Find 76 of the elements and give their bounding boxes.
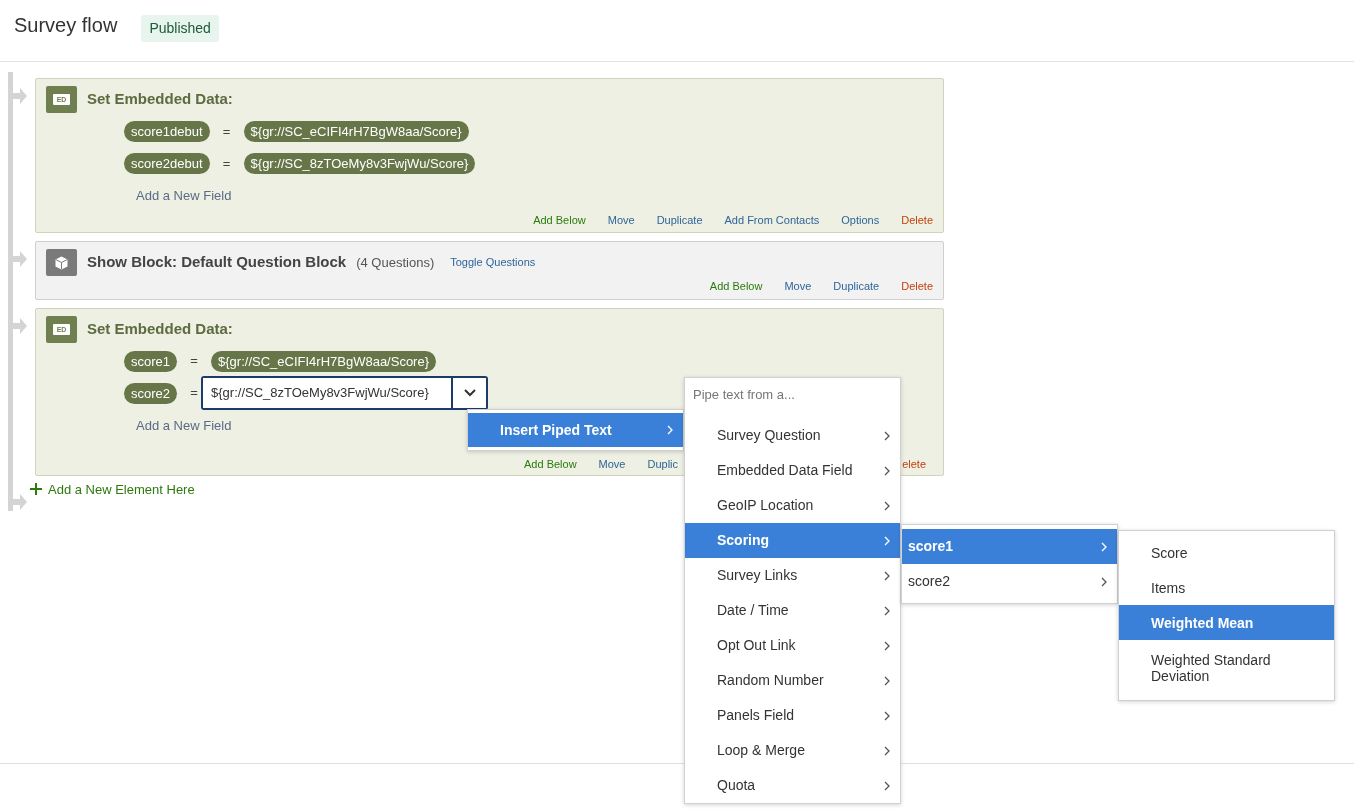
chevron-right-icon bbox=[884, 780, 890, 791]
field-name-tag[interactable]: score1 bbox=[124, 350, 178, 372]
menu-item[interactable]: Survey Links bbox=[685, 558, 900, 593]
chevron-right-icon bbox=[667, 425, 673, 435]
field-name-tag[interactable]: score1debut bbox=[124, 121, 210, 142]
action-link[interactable]: Delete bbox=[901, 278, 933, 295]
field-value-tag[interactable]: ${gr://SC_eCIFI4rH7BgW8aa/Score} bbox=[211, 350, 437, 372]
equals-sign: = bbox=[221, 122, 232, 141]
chevron-right-icon bbox=[884, 465, 890, 476]
flow-arrow-icon bbox=[13, 87, 27, 105]
add-field-link[interactable]: Add a New Field bbox=[136, 415, 232, 435]
field-name-tag[interactable]: score2debut bbox=[124, 153, 210, 174]
menu-item[interactable]: Random Number bbox=[685, 663, 900, 698]
equals-sign: = bbox=[221, 154, 232, 173]
menu-item[interactable]: Weighted Mean bbox=[1119, 605, 1334, 640]
action-link[interactable]: Duplicate bbox=[656, 211, 703, 228]
chevron-right-icon bbox=[1101, 541, 1107, 552]
chevron-right-icon bbox=[884, 675, 890, 686]
action-link[interactable]: Options bbox=[841, 211, 880, 228]
menu-item[interactable]: Survey Question bbox=[685, 418, 900, 453]
chevron-right-icon bbox=[884, 500, 890, 511]
menu-item[interactable]: Items bbox=[1119, 570, 1334, 605]
element-title: Set Embedded Data: bbox=[87, 89, 233, 110]
action-link[interactable]: Add Below bbox=[533, 211, 586, 228]
flow-arrow-icon bbox=[13, 316, 27, 335]
question-count: (4 Questions) bbox=[356, 253, 435, 272]
page-title: Survey flow bbox=[14, 13, 118, 38]
menu-item[interactable]: Quota bbox=[685, 768, 900, 803]
equals-sign: = bbox=[189, 352, 199, 371]
menu-item[interactable]: Embedded Data Field bbox=[685, 453, 900, 488]
chevron-right-icon bbox=[884, 710, 890, 721]
action-link[interactable]: Add Below bbox=[709, 278, 763, 295]
chevron-down-icon bbox=[463, 389, 476, 397]
chevron-right-icon bbox=[884, 640, 890, 651]
action-link[interactable]: Add Below bbox=[524, 456, 577, 473]
action-link[interactable]: Add From Contacts bbox=[724, 211, 820, 228]
value-input[interactable]: ${gr://SC_8zTOeMy8v3FwjWu/Score} bbox=[201, 376, 489, 410]
menu-item[interactable]: Scoring bbox=[685, 523, 900, 558]
plus-icon bbox=[30, 483, 42, 496]
menu-item[interactable]: Insert Piped Text bbox=[468, 413, 683, 447]
search-field[interactable]: Pipe text from a... bbox=[685, 378, 900, 410]
field-value-tag[interactable]: ${gr://SC_8zTOeMy8v3FwjWu/Score} bbox=[243, 153, 476, 174]
action-link[interactable]: elete bbox=[902, 456, 926, 473]
action-link[interactable]: Move bbox=[784, 278, 812, 295]
block-icon bbox=[46, 249, 77, 276]
action-link[interactable]: Delete bbox=[901, 211, 933, 228]
action-link[interactable]: Duplic bbox=[647, 456, 679, 473]
element-title: Show Block: Default Question Block bbox=[87, 252, 347, 273]
element-title: Set Embedded Data: bbox=[87, 318, 233, 339]
action-link[interactable]: Move bbox=[598, 456, 626, 473]
chevron-right-icon bbox=[884, 535, 890, 546]
menu-item[interactable]: GeoIP Location bbox=[685, 488, 900, 523]
action-link[interactable]: Move bbox=[607, 211, 635, 228]
status-badge: Published bbox=[141, 15, 219, 42]
add-element-link[interactable]: Add a New Element Here bbox=[48, 479, 195, 499]
flow-arrow-icon bbox=[13, 250, 27, 268]
menu-item[interactable]: Weighted Standard Deviation bbox=[1119, 640, 1334, 696]
equals-sign: = bbox=[189, 384, 199, 403]
field-name-tag[interactable]: score2 bbox=[124, 382, 178, 404]
chevron-right-icon bbox=[884, 570, 890, 581]
chevron-right-icon bbox=[884, 605, 890, 616]
toggle-questions-link[interactable]: Toggle Questions bbox=[450, 254, 536, 271]
chevron-right-icon bbox=[884, 745, 890, 756]
field-value-tag[interactable]: ${gr://SC_eCIFI4rH7BgW8aa/Score} bbox=[243, 121, 469, 142]
dropdown-button[interactable] bbox=[451, 378, 487, 408]
add-field-link[interactable]: Add a New Field bbox=[136, 186, 232, 206]
menu-item[interactable]: score2 bbox=[902, 564, 1117, 599]
menu-item[interactable]: Date / Time bbox=[685, 593, 900, 628]
action-link[interactable]: Duplicate bbox=[833, 278, 880, 295]
chevron-right-icon bbox=[884, 430, 890, 441]
menu-item[interactable]: score1 bbox=[902, 529, 1117, 564]
menu-item[interactable]: Panels Field bbox=[685, 698, 900, 733]
menu-item[interactable]: Opt Out Link bbox=[685, 628, 900, 663]
menu-item[interactable]: Score bbox=[1119, 535, 1334, 570]
chevron-right-icon bbox=[1101, 576, 1107, 587]
menu-item[interactable]: Loop & Merge bbox=[685, 733, 900, 768]
